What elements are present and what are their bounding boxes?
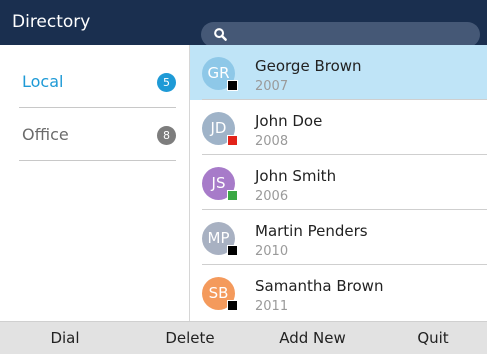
search-icon	[214, 28, 227, 41]
contact-number: 2010	[255, 244, 289, 259]
dial-button[interactable]: Dial	[30, 322, 100, 354]
sidebar-item-label: Local	[22, 72, 64, 91]
sidebar-item-local[interactable]: Local 5	[19, 55, 176, 108]
avatar: GR	[202, 57, 238, 91]
count-badge: 5	[157, 73, 176, 92]
presence-status-icon	[227, 80, 238, 91]
delete-button[interactable]: Delete	[150, 322, 230, 354]
avatar-initials: JD	[210, 119, 227, 137]
sidebar: Local 5 Office 8	[0, 45, 190, 321]
presence-status-icon	[227, 135, 238, 146]
softkey-bar: Dial Delete Add New Quit	[0, 321, 487, 354]
presence-status-icon	[227, 190, 238, 201]
sidebar-item-label: Office	[22, 125, 69, 144]
avatar-initials: JS	[211, 174, 226, 192]
page-title: Directory	[12, 12, 91, 32]
sidebar-item-office[interactable]: Office 8	[19, 108, 176, 161]
presence-status-icon	[227, 300, 238, 311]
contact-row[interactable]: SB Samantha Brown 2011	[190, 265, 487, 320]
add-new-button[interactable]: Add New	[265, 322, 360, 354]
search-input[interactable]	[201, 22, 480, 47]
avatar: SB	[202, 277, 238, 311]
avatar: MP	[202, 222, 238, 256]
contact-row[interactable]: JD John Doe 2008	[190, 100, 487, 155]
contact-name: John Doe	[255, 112, 323, 130]
contact-number: 2007	[255, 79, 289, 94]
contact-number: 2006	[255, 189, 289, 204]
header-bar: Directory	[0, 0, 487, 47]
count-badge: 8	[157, 126, 176, 145]
contact-row[interactable]: JS John Smith 2006	[190, 155, 487, 210]
contact-name: Samantha Brown	[255, 277, 384, 295]
contact-name: George Brown	[255, 57, 362, 75]
contact-number: 2008	[255, 134, 289, 149]
quit-button[interactable]: Quit	[398, 322, 468, 354]
avatar: JS	[202, 167, 238, 201]
contact-number: 2011	[255, 299, 289, 314]
presence-status-icon	[227, 245, 238, 256]
contact-name: John Smith	[255, 167, 337, 185]
contact-row[interactable]: MP Martin Penders 2010	[190, 210, 487, 265]
avatar-initials: SB	[208, 284, 229, 302]
contact-name: Martin Penders	[255, 222, 368, 240]
avatar: JD	[202, 112, 238, 146]
contact-row[interactable]: GR George Brown 2007	[190, 45, 487, 100]
contact-list: GR George Brown 2007 JD John Doe 2008 JS…	[190, 45, 487, 321]
